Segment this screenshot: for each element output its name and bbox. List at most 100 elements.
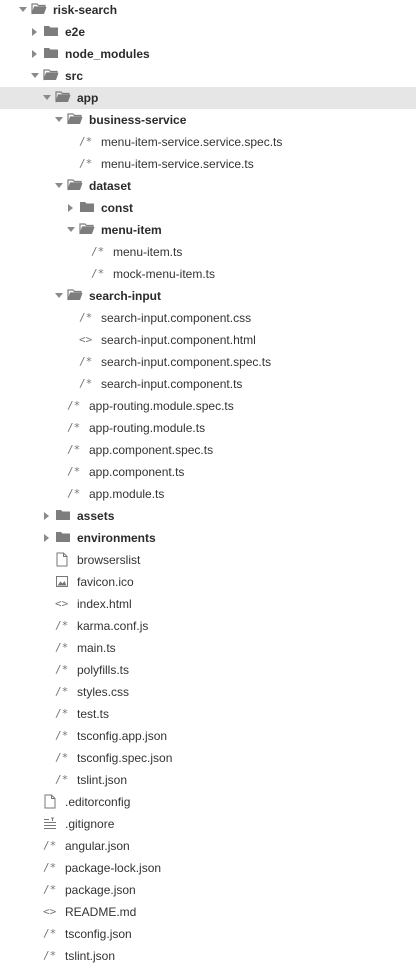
tree-folder-row[interactable]: menu-item — [0, 219, 416, 241]
tree-item-label: search-input — [89, 289, 162, 303]
comment-icon: /* — [55, 685, 69, 698]
tree-item-label: .gitignore — [65, 817, 115, 831]
tree-file-row[interactable]: /* search-input.component.css — [0, 307, 416, 329]
tree-file-row[interactable]: <> README.md — [0, 901, 416, 923]
comment-icon: /* — [67, 421, 81, 434]
tree-file-row[interactable]: /* mock-menu-item.ts — [0, 263, 416, 285]
document-icon — [55, 549, 73, 571]
comment-icon: /* — [79, 377, 93, 390]
chevron-down-icon[interactable] — [54, 175, 64, 197]
tree-file-row[interactable]: <> search-input.component.html — [0, 329, 416, 351]
folder-open-icon — [43, 65, 61, 87]
comment-icon: /* — [67, 465, 81, 478]
tree-folder-row[interactable]: src — [0, 65, 416, 87]
tree-item-label: assets — [77, 509, 115, 523]
comment-icon: /* — [79, 355, 93, 368]
folder-open-icon — [67, 175, 85, 197]
tree-folder-row[interactable]: e2e — [0, 21, 416, 43]
tree-file-row[interactable]: .editorconfig — [0, 791, 416, 813]
file-tree: risk-search e2e node_modulessrc app business… — [0, 0, 416, 969]
tree-file-row[interactable]: /* tsconfig.json — [0, 923, 416, 945]
comment-icon: /* — [43, 861, 57, 874]
comment-icon: /* — [43, 883, 57, 896]
chevron-down-icon[interactable] — [66, 219, 76, 241]
tree-file-row[interactable]: favicon.ico — [0, 571, 416, 593]
tree-file-row[interactable]: /* tsconfig.spec.json — [0, 747, 416, 769]
chevron-right-icon[interactable] — [30, 21, 40, 43]
code-icon: <> — [79, 333, 93, 346]
tree-item-label: tsconfig.app.json — [77, 729, 168, 743]
tree-folder-row[interactable]: risk-search — [0, 0, 416, 21]
tree-item-label: app-routing.module.ts — [89, 421, 206, 435]
tree-file-row[interactable]: /* styles.css — [0, 681, 416, 703]
comment-icon: /* — [67, 399, 81, 412]
tree-item-label: favicon.ico — [77, 575, 134, 589]
tree-file-row[interactable]: /* app.module.ts — [0, 483, 416, 505]
tree-item-label: search-input.component.spec.ts — [101, 355, 272, 369]
tree-item-label: .editorconfig — [65, 795, 131, 809]
tree-folder-row[interactable]: search-input — [0, 285, 416, 307]
tree-file-row[interactable]: /* menu-item-service.service.ts — [0, 153, 416, 175]
tree-folder-row[interactable]: const — [0, 197, 416, 219]
comment-icon: /* — [55, 663, 69, 676]
tree-item-label: node_modules — [65, 47, 150, 61]
comment-icon: /* — [67, 487, 81, 500]
chevron-right-icon[interactable] — [42, 505, 52, 527]
tree-item-label: app.module.ts — [89, 487, 165, 501]
tree-folder-row[interactable]: environments — [0, 527, 416, 549]
chevron-down-icon[interactable] — [30, 65, 40, 87]
chevron-down-icon[interactable] — [18, 0, 28, 21]
tree-file-row[interactable]: .gitignore — [0, 813, 416, 835]
tree-file-row[interactable]: /* tsconfig.app.json — [0, 725, 416, 747]
tree-file-row[interactable]: /* tslint.json — [0, 769, 416, 791]
folder-icon — [55, 527, 73, 549]
tree-file-row[interactable]: /* package.json — [0, 879, 416, 901]
tree-item-label: menu-item.ts — [113, 245, 183, 259]
tree-file-row[interactable]: /* menu-item-service.service.spec.ts — [0, 131, 416, 153]
tree-item-label: package-lock.json — [65, 861, 162, 875]
comment-icon: /* — [55, 773, 69, 786]
tree-item-label: polyfills.ts — [77, 663, 130, 677]
tree-file-row[interactable]: /* app-routing.module.ts — [0, 417, 416, 439]
tree-folder-row[interactable]: app — [0, 87, 416, 109]
tree-file-row[interactable]: /* test.ts — [0, 703, 416, 725]
chevron-down-icon[interactable] — [54, 109, 64, 131]
tree-folder-row[interactable]: business-service — [0, 109, 416, 131]
comment-icon: /* — [43, 927, 57, 940]
tree-item-label: mock-menu-item.ts — [113, 267, 216, 281]
tree-item-label: tsconfig.json — [65, 927, 132, 941]
tree-item-label: main.ts — [77, 641, 116, 655]
tree-file-row[interactable]: /* menu-item.ts — [0, 241, 416, 263]
tree-item-label: search-input.component.ts — [101, 377, 243, 391]
tree-file-row[interactable]: <> index.html — [0, 593, 416, 615]
chevron-right-icon[interactable] — [66, 197, 76, 219]
tree-folder-row[interactable]: dataset — [0, 175, 416, 197]
tree-file-row[interactable]: /* tslint.json — [0, 945, 416, 967]
tree-item-label: tslint.json — [65, 949, 116, 963]
tree-item-label: search-input.component.html — [101, 333, 256, 347]
tree-item-label: app — [77, 91, 99, 105]
chevron-right-icon[interactable] — [30, 43, 40, 65]
tree-file-row[interactable]: /* package-lock.json — [0, 857, 416, 879]
document-icon — [43, 791, 61, 813]
tree-file-row[interactable]: browserslist — [0, 549, 416, 571]
chevron-right-icon[interactable] — [42, 527, 52, 549]
tree-folder-row[interactable]: node_modules — [0, 43, 416, 65]
comment-icon: /* — [43, 949, 57, 962]
tree-item-label: app.component.ts — [89, 465, 185, 479]
tree-item-label: angular.json — [65, 839, 130, 853]
tree-file-row[interactable]: /* polyfills.ts — [0, 659, 416, 681]
chevron-down-icon[interactable] — [54, 285, 64, 307]
tree-file-row[interactable]: /* angular.json — [0, 835, 416, 857]
tree-file-row[interactable]: /* search-input.component.ts — [0, 373, 416, 395]
tree-file-row[interactable]: /* app.component.ts — [0, 461, 416, 483]
comment-icon: /* — [79, 157, 93, 170]
tree-file-row[interactable]: /* main.ts — [0, 637, 416, 659]
tree-file-row[interactable]: /* app-routing.module.spec.ts — [0, 395, 416, 417]
chevron-down-icon[interactable] — [42, 87, 52, 109]
comment-icon: /* — [91, 267, 105, 280]
tree-file-row[interactable]: /* app.component.spec.ts — [0, 439, 416, 461]
tree-file-row[interactable]: /* karma.conf.js — [0, 615, 416, 637]
tree-folder-row[interactable]: assets — [0, 505, 416, 527]
tree-file-row[interactable]: /* search-input.component.spec.ts — [0, 351, 416, 373]
